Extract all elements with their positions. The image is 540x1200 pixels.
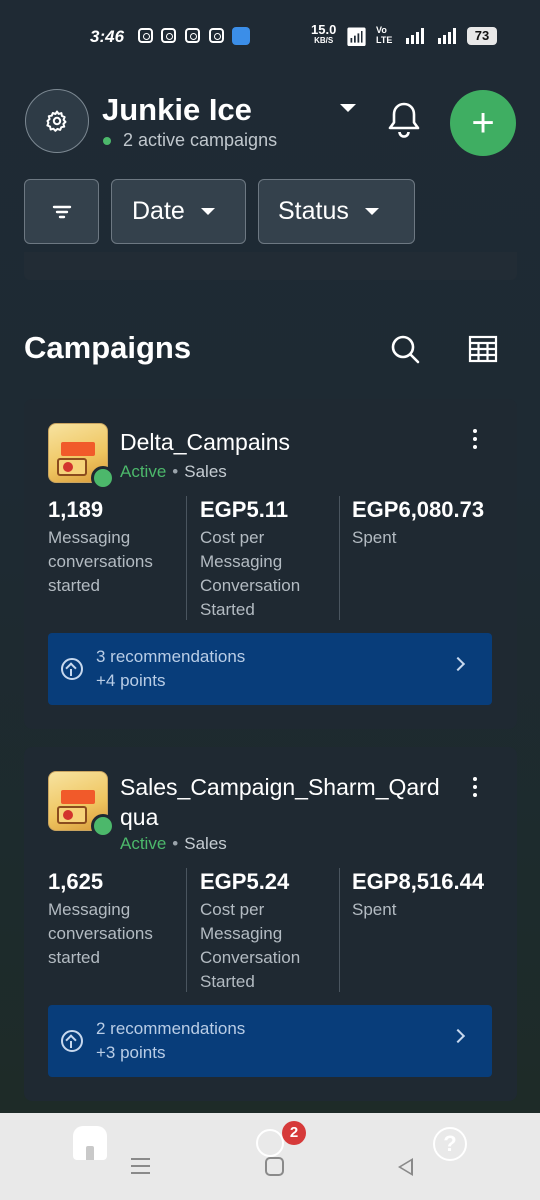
recommendations-points: +3 points <box>96 1043 166 1062</box>
date-filter-label: Date <box>132 197 185 225</box>
instagram-notification-icon <box>185 28 200 43</box>
arrow-up-circle-icon <box>61 1030 83 1052</box>
account-dropdown-icon[interactable] <box>340 104 356 112</box>
active-status-dot <box>91 466 115 490</box>
metric-value: EGP5.11 <box>200 497 289 522</box>
status-time: 3:46 <box>90 27 125 46</box>
chevron-right-icon <box>450 1028 466 1044</box>
metric-value: 1,625 <box>48 869 104 894</box>
signal-strength-icon <box>438 28 456 44</box>
system-home-icon[interactable] <box>265 1157 284 1176</box>
campaign-status-line: Active • Sales <box>120 834 227 854</box>
network-speed-unit: KB/S <box>314 36 334 45</box>
arrow-up-circle-icon <box>61 658 83 680</box>
notification-badge: 2 <box>282 1121 306 1145</box>
metric-label: Spent <box>352 528 397 547</box>
home-icon[interactable] <box>73 1126 107 1160</box>
recommendations-count: 3 recommendations <box>96 647 246 666</box>
metric-results: 1,189 Messaging conversations started <box>48 495 188 598</box>
campaign-status-line: Active • Sales <box>120 462 227 482</box>
lightbulb-icon[interactable] <box>256 1129 284 1157</box>
account-name[interactable]: Junkie Ice <box>102 92 252 128</box>
recommendations-banner[interactable]: 2 recommendations +3 points <box>48 1005 492 1077</box>
bell-icon[interactable] <box>386 101 422 139</box>
signal-strength-icon <box>406 28 424 44</box>
metric-value: EGP6,080.73 <box>352 497 485 522</box>
status-separator: • <box>172 462 179 481</box>
date-filter-dropdown[interactable]: Date <box>111 179 246 244</box>
recommendations-count: 2 recommendations <box>96 1019 246 1038</box>
account-subtitle: 2 active campaigns <box>123 130 278 150</box>
metric-label: Cost per Messaging Conversation Started <box>200 900 301 991</box>
campaign-card[interactable]: Sales_Campaign_Sharm_Qardqua Active • Sale… <box>24 747 517 1101</box>
settings-gear-icon <box>46 110 67 132</box>
chevron-down-icon <box>364 208 379 215</box>
metric-spent: EGP6,080.73 Spent <box>352 495 497 550</box>
search-icon[interactable] <box>390 334 420 364</box>
campaign-status: Active <box>120 834 167 853</box>
metric-divider <box>339 868 340 992</box>
filter-icon <box>52 205 71 218</box>
active-status-dot <box>91 814 115 838</box>
metric-value: EGP5.24 <box>200 869 290 894</box>
status-filter-label: Status <box>278 197 349 225</box>
network-speed: 15.0 KB/S <box>311 23 336 46</box>
campaign-name[interactable]: Sales_Campaign_Sharm_Qardqua <box>120 772 440 832</box>
battery-icon: 73 <box>467 27 497 45</box>
volte-top: Vo <box>376 25 387 35</box>
more-vertical-icon[interactable] <box>473 429 479 453</box>
campaigns-title: Campaigns <box>24 330 192 365</box>
metric-divider <box>186 868 187 992</box>
status-separator: • <box>172 834 179 853</box>
recommendations-points: +4 points <box>96 671 166 690</box>
settings-button[interactable] <box>25 89 89 153</box>
metric-results: 1,625 Messaging conversations started <box>48 867 188 970</box>
chevron-right-icon <box>450 656 466 672</box>
instagram-notification-icon <box>138 28 153 43</box>
metric-divider <box>186 496 187 620</box>
campaign-objective: Sales <box>184 462 227 481</box>
add-campaign-button[interactable]: + <box>450 90 516 156</box>
recommendations-banner[interactable]: 3 recommendations +4 points <box>48 633 492 705</box>
metric-label: Cost per Messaging Conversation Started <box>200 528 301 619</box>
campaign-objective: Sales <box>184 834 227 853</box>
bottom-navigation: 2 ? <box>0 1113 540 1200</box>
metric-spent: EGP8,516.44 Spent <box>352 867 497 922</box>
status-bar: 3:46 15.0 KB/S 📶︎ Vo LTE 73 <box>0 0 540 72</box>
metric-label: Messaging conversations started <box>48 528 153 595</box>
filter-button[interactable] <box>24 179 99 244</box>
more-vertical-icon[interactable] <box>473 777 479 801</box>
chevron-down-icon <box>200 208 215 215</box>
volte-indicator: Vo LTE <box>376 25 392 45</box>
active-indicator-dot <box>103 137 111 145</box>
help-icon[interactable]: ? <box>433 1127 467 1161</box>
campaign-status: Active <box>120 462 167 481</box>
table-icon[interactable] <box>468 335 498 363</box>
metric-label: Messaging conversations started <box>48 900 153 967</box>
volte-bottom: LTE <box>376 35 393 45</box>
campaign-name[interactable]: Delta_Campains <box>120 427 440 457</box>
instagram-notification-icon <box>209 28 224 43</box>
instagram-notification-icon <box>161 28 176 43</box>
metric-cost: EGP5.11 Cost per Messaging Conversation … <box>200 495 340 622</box>
metric-label: Spent <box>352 900 397 919</box>
metric-cost: EGP5.24 Cost per Messaging Conversation … <box>200 867 340 994</box>
collapsed-card-edge <box>24 252 517 280</box>
status-filter-dropdown[interactable]: Status <box>258 179 415 244</box>
back-icon[interactable] <box>398 1158 413 1176</box>
weather-notification-icon <box>232 27 250 45</box>
campaign-card[interactable]: Delta_Campains Active • Sales 1,189 Messag… <box>24 399 517 729</box>
metric-value: EGP8,516.44 <box>352 869 485 894</box>
wifi-icon: 📶︎ <box>345 27 368 47</box>
metric-divider <box>339 496 340 620</box>
recent-apps-icon[interactable] <box>131 1158 150 1179</box>
metric-value: 1,189 <box>48 497 104 522</box>
